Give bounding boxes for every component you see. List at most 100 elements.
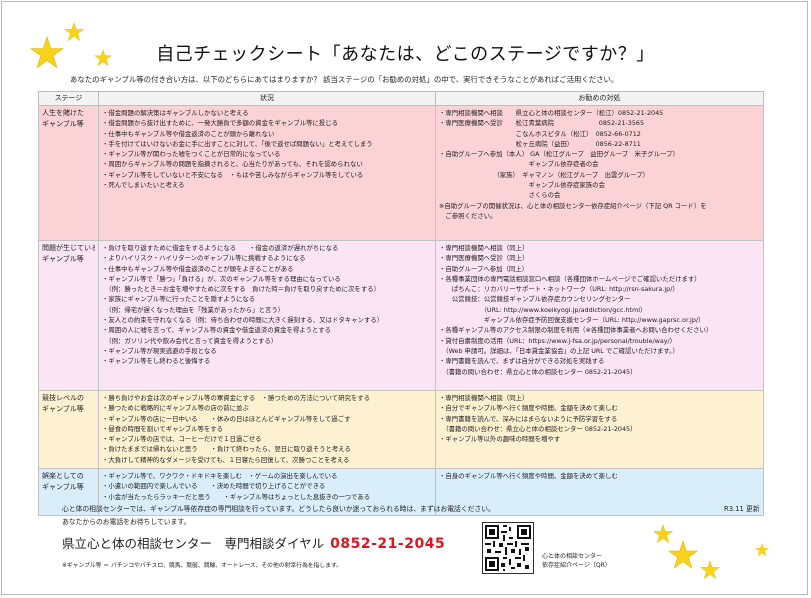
qr-caption-line: 心と体の相談センター [542,553,603,560]
action-line: ※自助グループの開催状況は、心と体の相談センター依存症紹介ページ（下記 QR コ… [439,201,707,210]
situation-line: ・友人との約束を守れなくなる（例：待ち合わせの時間に大きく遅刻する、又はドタキャ… [102,316,384,325]
action-line: （Web 申請可。詳細は、「日本貸金業協会」の上記 URL でご確認いただけます… [439,346,679,355]
footnote: ※ギャンブル等 ＝ パチンコやパチスロ、競馬、競艇、競輪、オートレース、その他の… [62,563,342,569]
action-line: ・自分でギャンブル等へ行く頻度や時間、金額を決めて楽しむ [439,404,618,413]
action-line: （書籍の問い合わせ：県立心と体の相談センター 0852-21-2045） [439,424,637,433]
action-line: ・専門相談機関へ相談 県立心と体の相談センター（松江）0852-21-2045 [439,109,664,117]
situation-line: ・ギャンブル等が現実逃避の手段となる [102,346,217,355]
situation-line: ・ギャンブル等をし終わると後悔する [102,357,211,366]
situation-line: ・家族にギャンブル等に行ったことを隠すようになる [102,295,256,304]
center-name: 県立心と体の相談センター 専門相談ダイヤル [62,536,325,551]
table-row: 問題が生じている ギャンブル等 ・負けを取り返すために借金をするようになる ・借金… [38,240,764,391]
stage-cell: 問題が生じている ギャンブル等 [38,240,99,391]
action-line: 公営競技：公営競技ギャンブル依存症カウンセリングセンター [439,295,631,304]
situation-line: ・負けを取り返すために借金をするようになる ・借金の返済が遅れがちになる [102,244,339,252]
situation-line: （例：ガソリン代や飲み会代と言って資金を得ようとする） [102,336,278,345]
action-line: ・各種ギャンブル等のアクセス制限の制度を利用（※各種団体事業者へお問い合わせくだ… [439,326,713,335]
situation-line: ・昼食の時間を割いてギャンブル等をする [102,424,224,433]
situation-line: ・借金問題から抜け出すために、一発大勝負で多額の資金をギャンブル等に投じる [102,119,339,128]
header-action: お勧めの対処 [435,91,764,106]
action-line: ・専門書籍を読んで、深みにはまらないように予防学習をする [439,414,618,423]
stage-line: ギャンブル等 [42,483,84,491]
action-line: （書籍の問い合わせ：県立心と体の相談センター 0852-21-2045） [439,367,637,376]
qr-caption: 心と体の相談センター 依存症紹介ページ（QR） [542,552,611,570]
action-line: ぱちんこ：リカバリーサポート・ネットワーク（URL: http://rsn-sa… [439,285,679,294]
situation-line: ・小遣いの範囲内で楽しんでいる ・決めた時間で切り上げることができる [102,482,326,491]
table-row: 競技レベルの ギャンブル等 ・勝ち負けやお金は次のギャンブル等の軍資金にする ・勝… [38,390,764,469]
action-line: さくらの会 [439,191,561,200]
footer-note-line: あなたからのお電話をお待ちしています。 [62,518,191,526]
situation-line: ・周囲の人に嘘を言って、ギャンブル等の資金や借金返済の資金を得ようとする [102,326,332,335]
situation-line: ・ギャンブル等の店では、コーヒーだけで１日過ごせる [102,435,262,444]
stage-line: 問題が生じている [42,244,95,252]
situation-line: ・ギャンブル等で「勝つ」「負ける」が、次のギャンブル等をする理由になっている [102,274,341,283]
action-line: こなんホスピタル（松江） 0852-66-0712 [439,129,641,138]
header-stage: ステージ [38,91,99,106]
situation-line: ・借金問題の解決策はギャンブルしかないと考える [102,109,249,117]
center-phone-number[interactable]: 0852-21-2045 [330,536,445,552]
header-situation: 状況 [98,91,436,106]
situation-line: ・手を付けてはいけないお金に手に出すことに対して、「後で返せば問題ない」と考えて… [102,139,373,148]
action-line: ギャンブル依存症予防回復支援センター（URL: http://www.gaprs… [439,316,705,325]
situation-line: ・大負けして精神的なダメージを受けても、１日寝たら回復して、次勝つことを考える [102,455,350,464]
action-line: （家族） ギャマノン（松江グループ 出雲グループ） [439,170,649,179]
situation-line: ・勝ち負けやお金は次のギャンブル等の軍資金にする ・勝つための方法について研究を… [102,394,371,402]
situation-line: ・勝つために戦略的にギャンブル等の店の前に並ぶ [102,404,249,413]
action-cell: ・専門相談機関へ相談（同上） ・自分でギャンブル等へ行く頻度や時間、金額を決めて楽… [435,390,764,469]
action-line: ・貸付自粛制度の活用（URL：https://www.j-fsa.or.jp/p… [439,336,677,345]
situation-line: ・よりハイリスク・ハイリターンのギャンブル等に挑戦するようになる [102,254,306,263]
action-line: ・専門書籍を読んで、まずは自分ができる対処を実践する [439,357,605,366]
action-line: ギャンブル依存症家族の会 [439,181,605,190]
situation-cell: ・勝ち負けやお金は次のギャンブル等の軍資金にする ・勝つための方法について研究を… [98,390,436,469]
stage-line: ギャンブル等 [42,255,84,263]
action-line: ・専門相談機関へ相談（同上） [439,394,529,402]
situation-line: ・ギャンブル等で、ワクワク・ドキドキを楽しむ ・ゲームの演出を楽しんでいる [102,472,338,480]
action-line: ・自助グループへ参加（本人） GA（松江グループ 益田グループ 米子グループ） [439,150,679,159]
stage-line: 人生を賭けた [42,109,84,117]
action-line: ご参照ください。 [439,211,497,220]
action-line: ギャンブル依存症者の会 [439,160,599,169]
intro-text: あなたのギャンブル等の付き合い方は、以下のどちらにあてはまりますか？ 該当ステー… [70,75,619,84]
situation-line: ・ギャンブル等をしていないと不安になる ・もはや苦しみながらギャンブル等をしてい… [102,170,364,179]
action-cell: ・専門相談機関へ相談 県立心と体の相談センター（松江）0852-21-2045 ・… [435,105,764,241]
stage-cell: 人生を賭けた ギャンブル等 [38,105,99,241]
action-line: ・専門相談機関へ相談（同上） [439,244,529,252]
situation-cell: ・借金問題の解決策はギャンブルしかないと考える・借金問題から抜け出すために、一発… [98,105,436,241]
stage-line: ギャンブル等 [42,405,84,413]
center-hotline: 県立心と体の相談センター 専門相談ダイヤル 0852-21-2045 [62,533,445,552]
star-icon [64,22,84,42]
action-line: ・自身のギャンブル等へ行く頻度や時間、金額を決めて楽しむ [439,472,618,480]
situation-cell: ・負けを取り返すために借金をするようになる ・借金の返済が遅れがちになる ・よりハ… [98,240,436,391]
stage-table: ステージ 状況 お勧めの対処 人生を賭けた ギャンブル等 ・借金問題の解決策はギャ… [38,91,764,516]
footer-note: 心と体の相談センターでは、ギャンブル等依存症の専門相談を行っています。どうしたら… [62,503,495,529]
qr-caption-line: 依存症紹介ページ（QR） [542,562,611,569]
situation-line: ・仕事中もギャンブル等や借金返済のことが頭をよぎることがある [102,264,294,273]
situation-line: ・仕事中もギャンブル等や借金返済のことが頭から離れない [102,129,275,138]
action-line: ・ギャンブル等以外の趣味の時間を増やす [439,435,561,444]
page-title: 自己チェックシート「あなたは、どこのステージですか？」 [156,44,655,65]
action-line: 松ヶ丘病院（益田） 0856-22-8711 [439,139,641,148]
table-header-row: ステージ 状況 お勧めの対処 [38,91,764,106]
action-cell: ・専門相談機関へ相談（同上） ・専門医療機関へ受診（同上） ・自助グループへ参加（同… [435,240,764,391]
qr-code-icon[interactable] [482,522,534,574]
action-line: ・自助グループへ参加（同上） [439,264,529,273]
situation-line: （例：帰宅が遅くなった理由を「残業があったから」と言う） [102,305,285,314]
action-line: ・専門医療機関へ受診（同上） [439,254,529,263]
update-date: R3.11 更新 [724,505,760,513]
action-line: （URL: http://www.koeikyogi.jp/addiction/… [439,305,647,314]
situation-line: （例：勝ったとき＝お金を増やすために次をする 負けた時＝負けを取り戻すために次を… [102,285,380,294]
stage-line: ギャンブル等 [42,120,84,128]
star-icon [755,543,769,557]
star-icon [668,540,698,569]
stage-cell: 競技レベルの ギャンブル等 [38,390,99,469]
situation-line: ・負けたままでは帰れないと思う ・負けて終わったら、翌日に取り返そうと考える [102,445,351,454]
star-icon [700,560,720,580]
situation-line: ・ギャンブル等が関わった嘘をつくことが日常的になっている [102,150,281,159]
situation-line: ・死んでしまいたいと考える [102,181,185,190]
table-row: 人生を賭けた ギャンブル等 ・借金問題の解決策はギャンブルしかないと考える ・借金問… [38,105,764,241]
situation-line: ・ギャンブル等の店に一日中いる ・休みの日はほとんどギャンブル等をして過ごす [102,414,351,423]
footer-note-line: 心と体の相談センターでは、ギャンブル等依存症の専門相談を行っています。どうしたら… [62,505,495,513]
action-line: ・各種事業団体の専門電話相談窓口へ相談（各種団体ホームページでご確認いただけます… [439,274,701,283]
action-line: ・専門医療機関へ受診 松江青葉病院 0852-21-3565 [439,119,645,128]
stage-line: 競技レベルの [42,394,84,402]
